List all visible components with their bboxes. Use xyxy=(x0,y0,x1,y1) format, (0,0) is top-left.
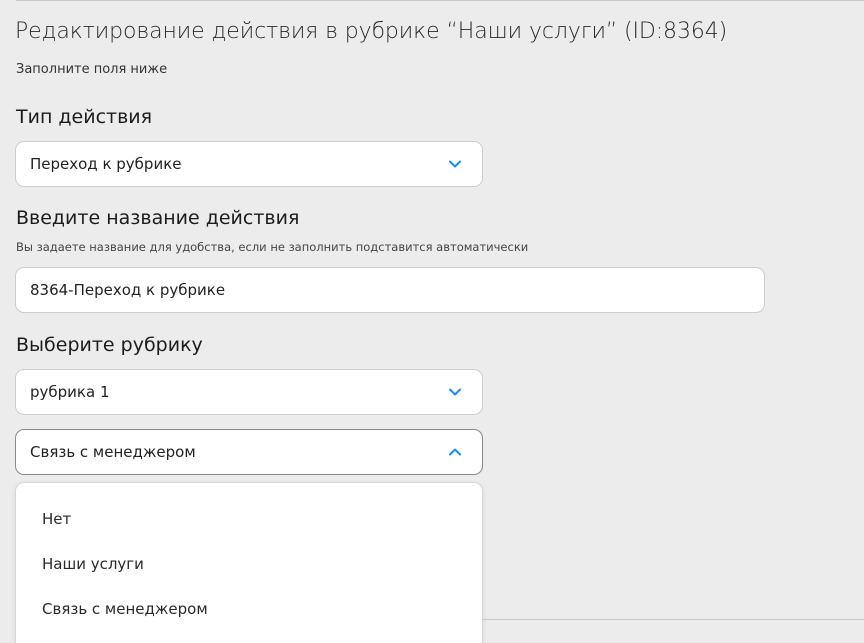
action-name-hint: Вы задаете название для удобства, если н… xyxy=(16,240,529,254)
sub-rubric-dropdown-menu: Нет Наши услуги Связь с менеджером xyxy=(15,482,483,643)
rubric-select[interactable]: рубрика 1 xyxy=(15,369,483,415)
page-subtitle: Заполните поля ниже xyxy=(16,62,168,77)
action-name-input[interactable]: 8364-Переход к рубрике xyxy=(15,267,765,313)
action-name-value: 8364-Переход к рубрике xyxy=(30,281,226,299)
chevron-up-icon xyxy=(446,443,464,461)
dropdown-option-none[interactable]: Нет xyxy=(42,510,71,528)
dropdown-option-manager-contact[interactable]: Связь с менеджером xyxy=(42,600,208,618)
sub-rubric-select[interactable]: Связь с менеджером xyxy=(15,429,483,475)
chevron-down-icon xyxy=(446,155,464,173)
bottom-divider xyxy=(483,619,864,620)
action-name-label: Введите название действия xyxy=(16,207,300,229)
page-title: Редактирование действия в рубрике “Наши … xyxy=(15,19,728,44)
rubric-value: рубрика 1 xyxy=(30,383,110,401)
rubric-label: Выберите рубрику xyxy=(16,334,203,356)
chevron-down-icon xyxy=(446,383,464,401)
action-type-select[interactable]: Переход к рубрике xyxy=(15,141,483,187)
sub-rubric-value: Связь с менеджером xyxy=(30,443,196,461)
action-type-value: Переход к рубрике xyxy=(30,155,182,173)
dropdown-option-our-services[interactable]: Наши услуги xyxy=(42,555,144,573)
top-divider xyxy=(16,0,864,1)
action-type-label: Тип действия xyxy=(16,106,153,128)
